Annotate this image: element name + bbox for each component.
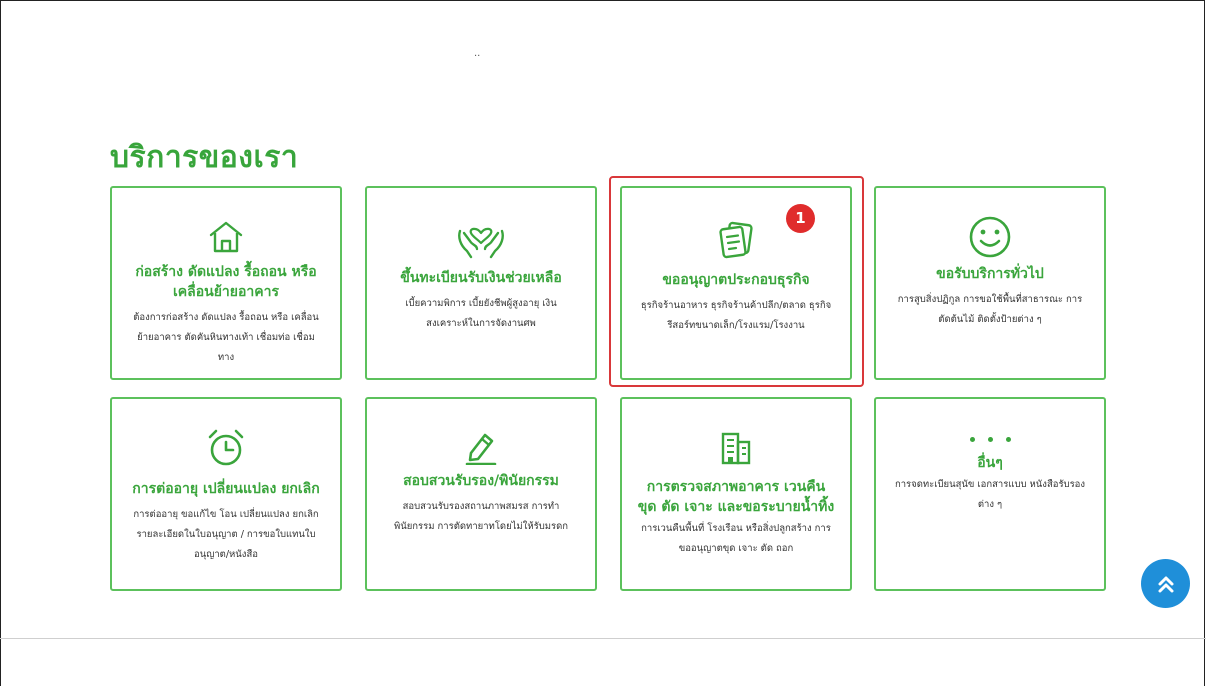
card-description: การสูบสิ่งปฏิกูล การขอใช้พื้นที่สาธารณะ … (897, 294, 1083, 325)
card-title: ก่อสร้าง ดัดแปลง รื้อถอน หรือเคลื่อนย้าย… (135, 264, 317, 300)
service-card-certification[interactable]: สอบสวนรับรอง/พินัยกรรม สอบสวนรับรองสถานภ… (365, 397, 597, 591)
alarm-clock-icon (112, 427, 340, 469)
selection-highlight (609, 176, 864, 387)
stray-mark: .. (474, 48, 481, 59)
pencil-icon (367, 425, 595, 467)
service-card-other[interactable]: อื่นๆ การจดทะเบียนสุนัข เอกสารแบบ หนังสื… (874, 397, 1106, 591)
card-description: เบี้ยความพิการ เบี้ยยังชีพผู้สูงอายุ เงิ… (405, 298, 557, 329)
caring-hands-icon (367, 218, 595, 260)
footer-divider (0, 638, 1206, 639)
service-card-renewal[interactable]: การต่ออายุ เปลี่ยนแปลง ยกเลิก การต่ออายุ… (110, 397, 342, 591)
card-description: การต่ออายุ ขอแก้ไข โอน เปลี่ยนแปลง ยกเลิ… (133, 509, 319, 560)
service-card-general[interactable]: ขอรับบริการทั่วไป การสูบสิ่งปฏิกูล การขอ… (874, 186, 1106, 380)
card-title: ขึ้นทะเบียนรับเงินช่วยเหลือ (400, 270, 562, 286)
smiley-icon (876, 216, 1104, 258)
card-title: ขอรับบริการทั่วไป (936, 266, 1044, 282)
service-card-inspection[interactable]: การตรวจสภาพอาคาร เวนคืน ขุด ตัด เจาะ และ… (620, 397, 852, 591)
section-title: บริการของเรา (110, 140, 299, 175)
card-title: สอบสวนรับรอง/พินัยกรรม (403, 473, 559, 489)
card-description: การเวนคืนพื้นที่ โรงเรือน หรือสิ่งปลูกสร… (641, 523, 831, 554)
service-card-welfare[interactable]: ขึ้นทะเบียนรับเงินช่วยเหลือ เบี้ยความพิก… (365, 186, 597, 380)
card-title: การตรวจสภาพอาคาร เวนคืน ขุด ตัด เจาะ และ… (637, 479, 835, 515)
scroll-to-top-button[interactable] (1141, 559, 1190, 608)
house-icon (112, 216, 340, 258)
step-badge: 1 (786, 204, 815, 233)
card-description: สอบสวนรับรองสถานภาพสมรส การทำพินัยกรรม ก… (393, 501, 569, 532)
service-card-building[interactable]: ก่อสร้าง ดัดแปลง รื้อถอน หรือเคลื่อนย้าย… (110, 186, 342, 380)
building-icon (622, 427, 850, 469)
more-dots-icon (876, 429, 1104, 449)
card-description: ต้องการก่อสร้าง ดัดแปลง รื้อถอน หรือ เคล… (133, 312, 319, 363)
card-title: อื่นๆ (977, 455, 1003, 471)
double-chevron-up-icon (1158, 576, 1173, 592)
card-description: การจดทะเบียนสุนัข เอกสารแบบ หนังสือรับรอ… (894, 479, 1086, 510)
card-title: การต่ออายุ เปลี่ยนแปลง ยกเลิก (132, 481, 320, 497)
